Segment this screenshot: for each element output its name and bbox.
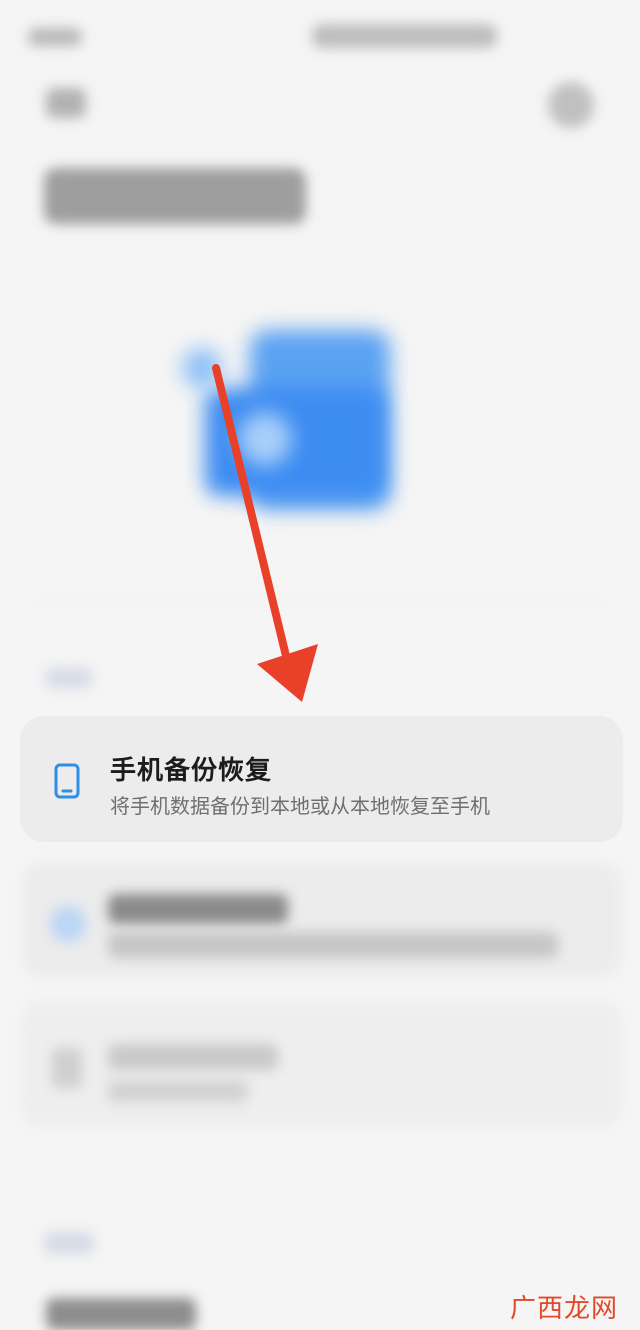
illustration-dot — [182, 348, 222, 388]
phone-icon — [54, 763, 80, 799]
back-button[interactable] — [46, 88, 86, 118]
card-title: 手机备份恢复 — [110, 756, 273, 786]
divider — [40, 600, 600, 602]
section-label — [46, 668, 92, 688]
illustration-circle — [238, 412, 292, 466]
card-description: 将手机数据备份到本地或从本地恢复至手机 — [110, 794, 490, 818]
watermark: 广西龙网 — [510, 1294, 619, 1324]
cloud-backup-title — [108, 894, 288, 924]
other-backup-description — [108, 1080, 248, 1102]
cloud-backup-description — [108, 932, 558, 958]
settings-button[interactable] — [548, 82, 594, 128]
status-bar-time — [28, 28, 82, 46]
status-bar-center — [312, 24, 497, 48]
annotation-arrow-head — [257, 644, 318, 702]
page-title — [44, 168, 306, 224]
device-icon — [52, 1048, 82, 1088]
bottom-item-title — [46, 1298, 196, 1330]
cloud-icon — [50, 906, 86, 942]
illustration-front-shape — [205, 388, 385, 496]
section-label-2 — [44, 1232, 94, 1254]
other-backup-title — [108, 1044, 278, 1070]
